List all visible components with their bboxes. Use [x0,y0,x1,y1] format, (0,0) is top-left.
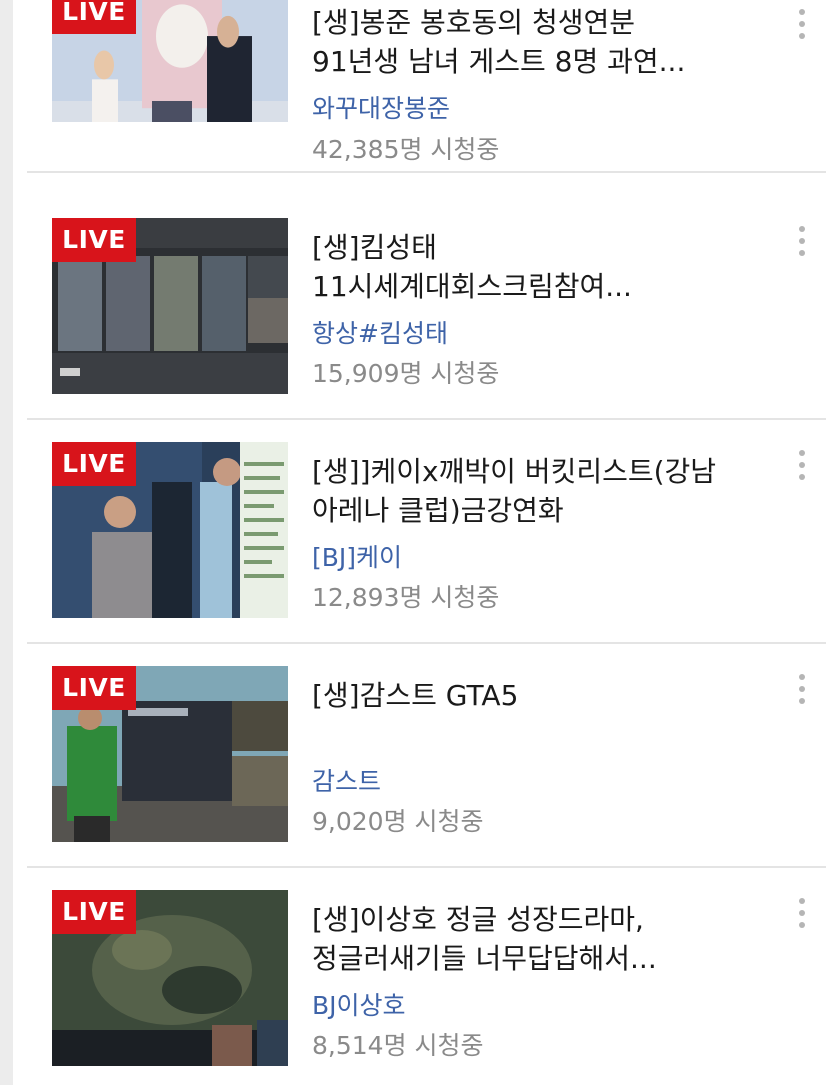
viewer-count: 12,893명 시청중 [312,583,500,612]
vertical-ellipsis-icon [799,9,805,15]
live-badge: LIVE [52,666,136,710]
more-options-button[interactable] [792,9,812,55]
channel-name[interactable]: [BJ]케이 [312,543,402,573]
more-options-button[interactable] [792,674,812,720]
stream-title[interactable]: [생]이상호 정글 성장드라마, 정글러새기들 너무답답해서... [312,900,772,978]
stream-thumbnail[interactable]: LIVE [52,890,288,1066]
vertical-ellipsis-icon [799,450,805,456]
stream-title[interactable]: [생]봉준 봉호동의 청생연분 91년생 남녀 게스트 8명 과연... [312,3,772,81]
stream-thumbnail[interactable]: LIVE [52,0,288,122]
item-divider [27,171,826,173]
vertical-ellipsis-icon [799,674,805,680]
viewer-count: 42,385명 시청중 [312,135,500,164]
stream-list-page: LIVE [생]봉준 봉호동의 청생연분 91년생 남녀 게스트 8명 과연..… [0,0,826,1085]
vertical-ellipsis-icon [799,226,805,232]
channel-name[interactable]: 와꾸대장봉준 [312,94,450,124]
live-stream-list: LIVE [생]봉준 봉호동의 청생연분 91년생 남녀 게스트 8명 과연..… [27,0,826,1085]
viewer-count: 9,020명 시청중 [312,807,484,836]
vertical-ellipsis-icon [799,898,805,904]
left-edge-strip [0,0,13,1085]
stream-title[interactable]: [생]감스트 GTA5 [312,676,772,715]
stream-thumbnail[interactable]: LIVE [52,218,288,394]
more-options-button[interactable] [792,898,812,944]
more-options-button[interactable] [792,226,812,272]
channel-name[interactable]: 항상#킴성태 [312,319,448,349]
stream-thumbnail[interactable]: LIVE [52,666,288,842]
live-badge: LIVE [52,218,136,262]
stream-item[interactable]: LIVE [생]감스트 GTA5 감스트 9,020명 시청중 [27,644,826,868]
channel-name[interactable]: BJ이상호 [312,991,406,1021]
stream-item[interactable]: LIVE [생]]케이x깨박이 버킷리스트(강남 아레나 클럽)금강연화 [BJ… [27,420,826,644]
live-badge: LIVE [52,890,136,934]
stream-thumbnail[interactable]: LIVE [52,442,288,618]
viewer-count: 8,514명 시청중 [312,1031,484,1060]
stream-title[interactable]: [생]킴성태 11시세계대회스크림참여... [312,228,772,306]
live-badge: LIVE [52,0,136,34]
stream-item[interactable]: LIVE [생]킴성태 11시세계대회스크림참여... 항상#킴성태 15,90… [27,196,826,420]
viewer-count: 15,909명 시청중 [312,359,500,388]
more-options-button[interactable] [792,450,812,496]
channel-name[interactable]: 감스트 [312,767,381,797]
stream-item[interactable]: LIVE [생]봉준 봉호동의 청생연분 91년생 남녀 게스트 8명 과연..… [27,0,826,175]
stream-title[interactable]: [생]]케이x깨박이 버킷리스트(강남 아레나 클럽)금강연화 [312,452,772,530]
stream-item[interactable]: LIVE [생]이상호 정글 성장드라마, 정글러새기들 너무답답해서... B… [27,868,826,1085]
live-badge: LIVE [52,442,136,486]
